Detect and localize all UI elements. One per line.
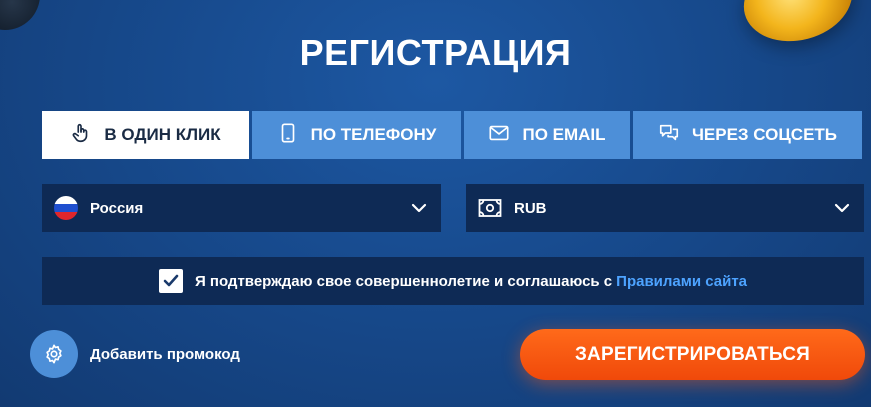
currency-select[interactable]: RUB	[466, 184, 864, 232]
agreement-checkbox[interactable]	[158, 269, 183, 293]
tab-one-click-label: В ОДИН КЛИК	[104, 125, 221, 144]
add-promo-code[interactable]: Добавить промокод	[30, 330, 240, 378]
tab-phone[interactable]: ПО ТЕЛЕФОНУ	[252, 111, 461, 159]
country-select[interactable]: Россия	[42, 184, 441, 232]
site-rules-link[interactable]: Правилами сайта	[616, 273, 747, 290]
tab-one-click[interactable]: В ОДИН КЛИК	[42, 111, 249, 159]
chevron-down-icon	[834, 203, 850, 213]
tab-social-label: ЧЕРЕЗ СОЦСЕТЬ	[691, 125, 838, 144]
country-value: Россия	[90, 199, 144, 217]
register-button[interactable]: ЗАРЕГИСТРИРОВАТЬСЯ	[520, 329, 865, 380]
banknote-icon	[478, 198, 502, 218]
agreement-row: Я подтверждаю свое совершеннолетие и сог…	[42, 257, 864, 305]
currency-value: RUB	[514, 199, 547, 217]
tab-email[interactable]: ПО EMAIL	[464, 111, 630, 159]
tab-email-label: ПО EMAIL	[522, 125, 606, 144]
registration-tabs: В ОДИН КЛИК ПО ТЕЛЕФОНУ ПО EMAIL ЧЕРЕЗ С…	[42, 111, 864, 159]
page-title: РЕГИСТРАЦИЯ	[299, 32, 572, 73]
checkmark-icon	[163, 274, 179, 287]
add-promo-code-label: Добавить промокод	[90, 345, 240, 363]
russia-flag-icon	[54, 196, 78, 220]
chevron-down-icon	[411, 203, 427, 213]
decorative-ball	[0, 0, 40, 30]
hand-pointer-icon	[70, 122, 92, 149]
tab-social[interactable]: ЧЕРЕЗ СОЦСЕТЬ	[633, 111, 862, 159]
agreement-text: Я подтверждаю свое совершеннолетие и сог…	[194, 272, 613, 290]
envelope-icon	[488, 122, 510, 149]
phone-icon	[277, 122, 299, 149]
tab-phone-label: ПО ТЕЛЕФОНУ	[310, 125, 437, 144]
gear-icon	[30, 330, 78, 378]
chat-bubbles-icon	[658, 122, 680, 149]
